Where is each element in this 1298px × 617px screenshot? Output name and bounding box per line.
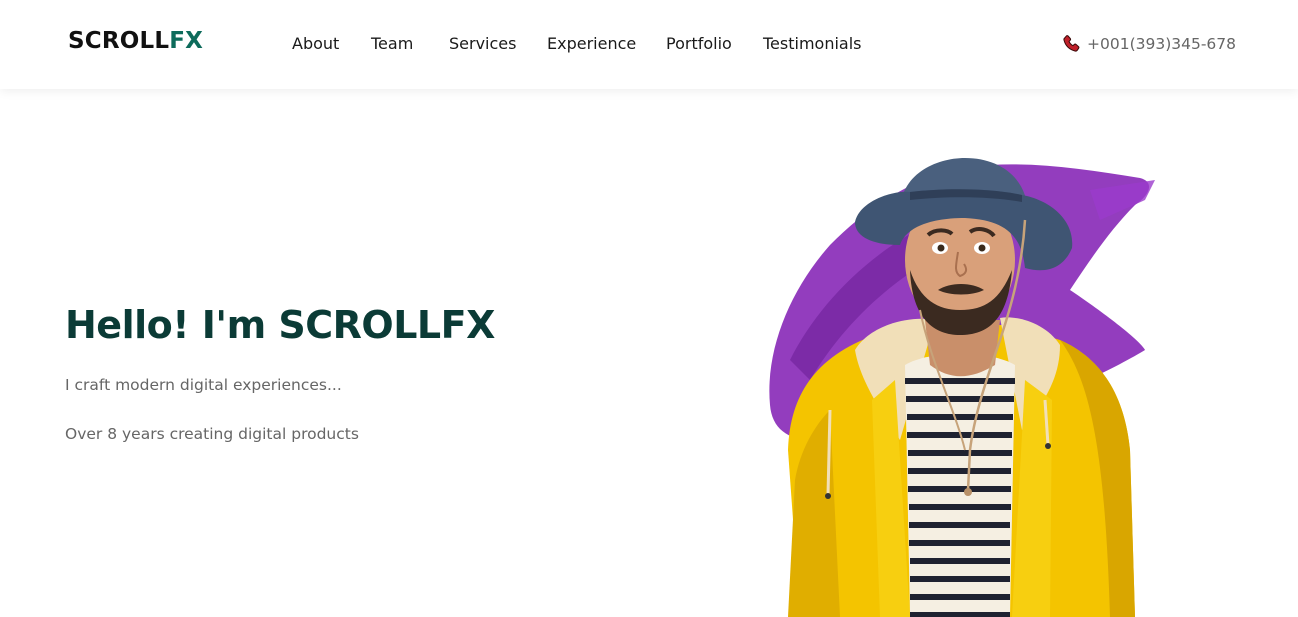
nav-link-experience[interactable]: Experience: [547, 33, 636, 55]
hero-tagline: Over 8 years creating digital products: [65, 425, 359, 443]
hero-title: Hello! I'm SCROLLFX: [65, 303, 495, 347]
nav-link-testimonials[interactable]: Testimonials: [763, 33, 862, 55]
logo[interactable]: SCROLLFX: [68, 27, 203, 55]
nav-link-services[interactable]: Services: [449, 33, 516, 55]
hero-illustration: [769, 158, 1155, 617]
logo-main: SCROLL: [68, 28, 170, 54]
nav-link-team[interactable]: Team: [371, 33, 413, 55]
nav-link-portfolio[interactable]: Portfolio: [666, 33, 732, 55]
logo-accent: FX: [169, 28, 204, 54]
hero-subtitle: I craft modern digital experiences...: [65, 376, 342, 394]
phone-link[interactable]: +001(393)345-678: [1061, 33, 1236, 55]
phone-number: +001(393)345-678: [1087, 35, 1237, 53]
site-header: SCROLLFX About Team Services Experience …: [0, 0, 1298, 89]
phone-icon: [1061, 34, 1081, 54]
nav-link-about[interactable]: About: [292, 33, 339, 55]
hero-image: [760, 150, 1170, 617]
